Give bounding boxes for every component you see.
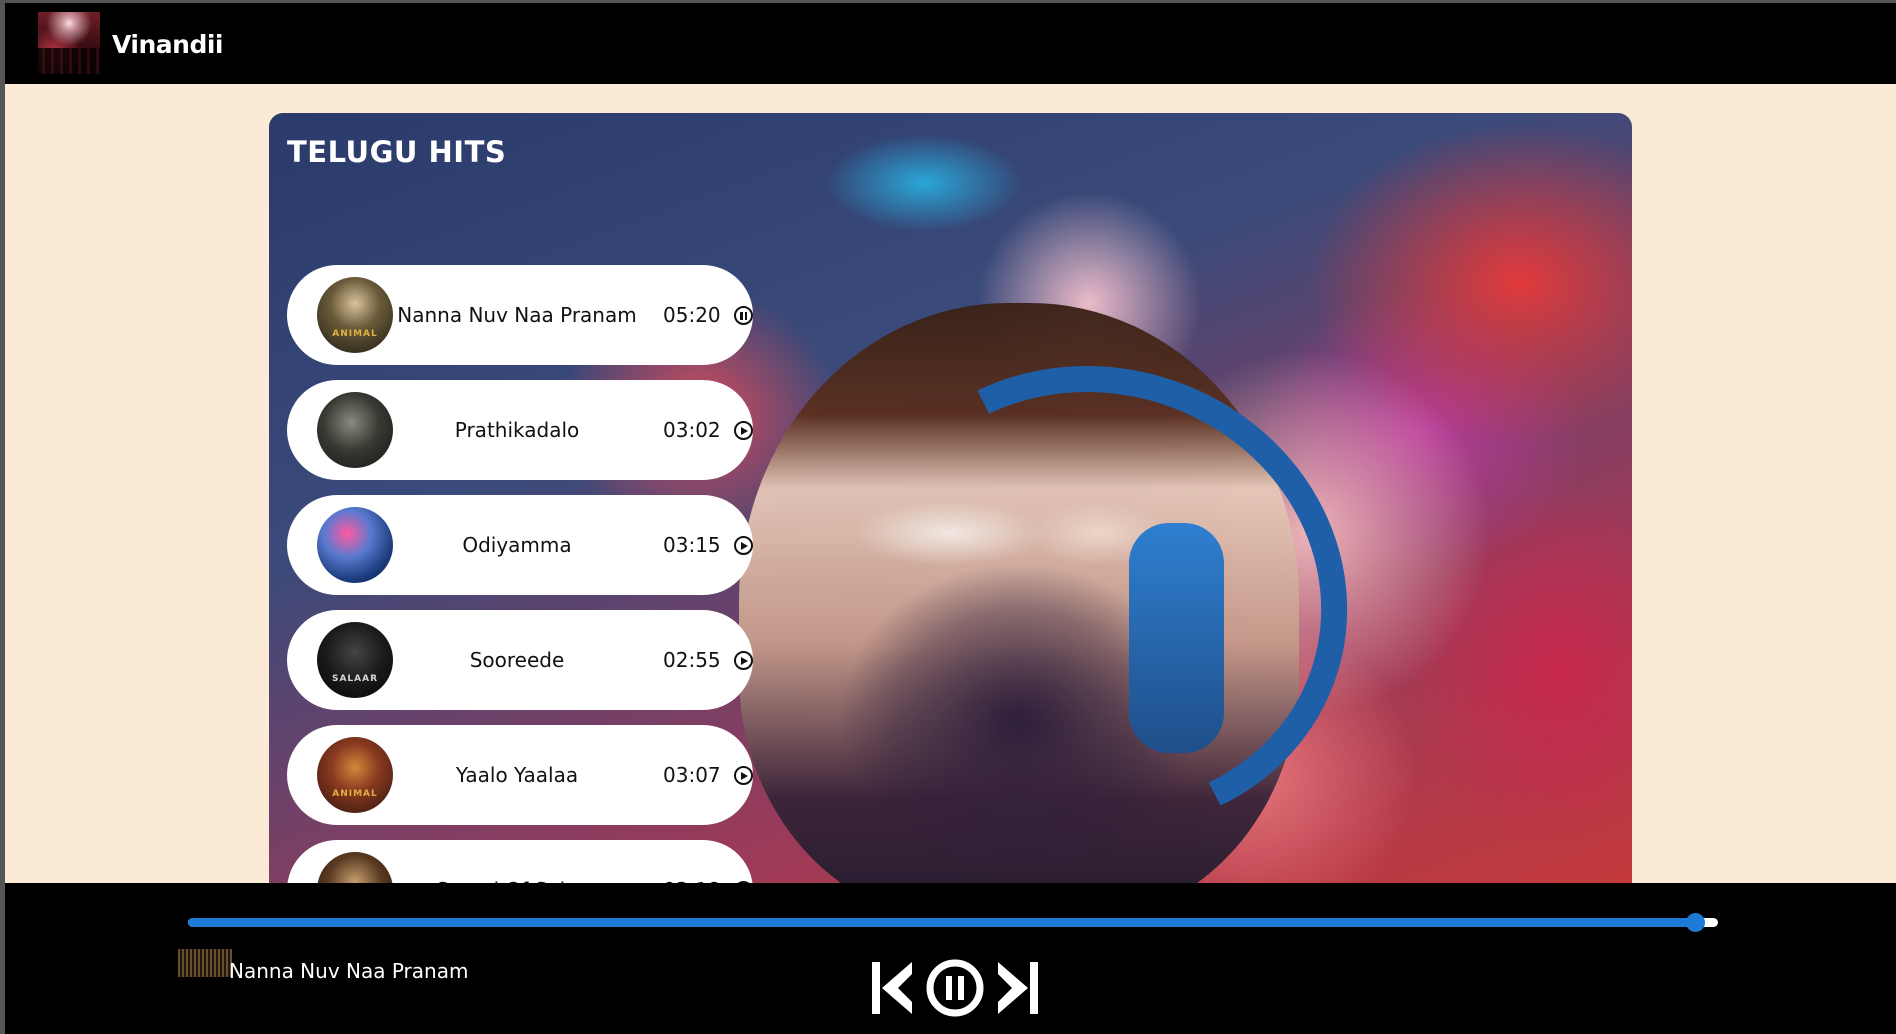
song-item[interactable]: ANIMAL Nanna Nuv Naa Pranam 05:20 [287,265,753,365]
thumbnail-text: SALAAR [331,674,379,684]
now-playing-title: Nanna Nuv Naa Pranam [229,959,469,983]
seek-bar[interactable] [188,913,1718,932]
song-title: Prathikadalo [454,418,580,442]
song-duration: 03:15 [663,533,721,557]
play-icon[interactable] [734,421,753,440]
song-item[interactable]: SALAAR Sooreede 02:55 [287,610,753,710]
playlist-card: TELUGU HITS ANIMAL Nanna Nuv Naa Pranam … [269,113,1632,903]
headphone-cup-art [1129,523,1224,753]
song-title: Sooreede [469,648,565,672]
song-thumbnail: ANIMAL [317,277,393,353]
song-thumbnail: ANIMAL [317,737,393,813]
playback-controls [870,958,1040,1018]
song-thumbnail [317,392,393,468]
brand-name[interactable]: Vinandii [112,30,223,59]
skip-previous-icon[interactable] [870,958,914,1018]
playlist-title: TELUGU HITS [287,135,507,169]
brand-logo[interactable] [38,12,100,74]
song-duration: 03:02 [663,418,721,442]
play-icon[interactable] [734,536,753,555]
play-icon[interactable] [734,766,753,785]
song-item[interactable]: Odiyamma 03:15 [287,495,753,595]
song-duration: 02:55 [663,648,721,672]
now-playing-visualizer [178,949,232,977]
song-thumbnail [317,507,393,583]
player-bar: Nanna Nuv Naa Pranam [5,883,1896,1034]
skip-next-icon[interactable] [996,958,1040,1018]
song-item[interactable]: Prathikadalo 03:02 [287,380,753,480]
song-title: Nanna Nuv Naa Pranam [397,303,637,327]
seek-handle[interactable] [1686,913,1706,932]
song-title: Odiyamma [462,533,572,557]
song-thumbnail: SALAAR [317,622,393,698]
thumbnail-text: ANIMAL [332,329,378,339]
song-title: Yaalo Yaalaa [455,763,579,787]
pause-icon[interactable] [734,306,753,325]
thumbnail-text: ANIMAL [332,789,378,799]
song-duration: 05:20 [663,303,721,327]
song-duration: 03:07 [663,763,721,787]
app: Vinandii TELUGU HITS ANIMAL Nanna Nuv Na… [5,3,1896,1034]
seek-bar-fill [188,918,1696,927]
pause-circle-icon[interactable] [925,958,985,1018]
navbar: Vinandii [5,3,1896,84]
song-item[interactable]: ANIMAL Yaalo Yaalaa 03:07 [287,725,753,825]
play-icon[interactable] [734,651,753,670]
